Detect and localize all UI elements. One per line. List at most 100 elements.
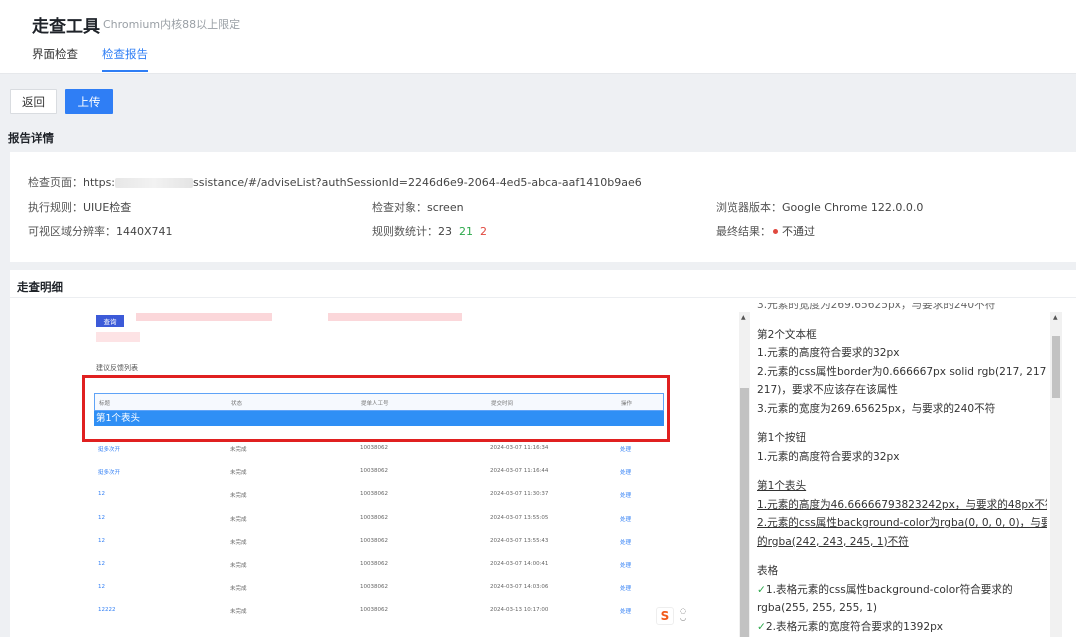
preview-cell: 未完成	[230, 539, 247, 546]
preview-cell: 2024-03-07 11:16:34	[490, 445, 549, 451]
preview-scrollbar[interactable]: ▲	[739, 312, 750, 637]
detail-divider	[10, 297, 1076, 298]
preview-cell: 未完成	[230, 493, 247, 500]
preview-table-row: 12 未完成 10038062 2024-03-07 13:55:05 处理	[94, 508, 664, 530]
check-page-label: 检查页面：	[28, 176, 83, 189]
preview-cell: 10038062	[360, 491, 388, 498]
preview-cell: 10038062	[360, 584, 388, 591]
preview-scrollbar-thumb[interactable]	[740, 388, 749, 637]
detail-section-title: 走查明细	[17, 280, 63, 294]
tab-interface-check[interactable]: 界面检查	[32, 46, 78, 72]
rules-fail-count: 2	[480, 225, 487, 238]
result-line: 2.表格元素的宽度符合要求的1392px	[765, 620, 944, 633]
preview-table-row: 12 未完成 10038062 2024-03-07 13:55:43 处理	[94, 531, 664, 553]
result-line: 2.元素的css属性border为0.666667px solid rgb(21…	[757, 365, 1047, 378]
check-page-url-suffix: ssistance/#/adviseList?authSessionId=224…	[193, 176, 642, 189]
result-line: 3.元素的宽度为269.65625px，与要求的240不符	[757, 402, 996, 415]
result-group-title-active[interactable]: 第1个表头	[757, 477, 1047, 496]
preview-action-link: 处理	[620, 609, 632, 616]
final-result-info: 最终结果： 不通过	[716, 223, 815, 239]
viewport-value: 1440X741	[116, 225, 173, 238]
rules-pass-count: 21	[459, 225, 473, 238]
check-icon: ✓	[757, 620, 766, 633]
browser-label: 浏览器版本：	[716, 201, 782, 214]
preview-cell: 10038062	[360, 561, 388, 567]
preview-table-row: 12 未完成 10038062 2024-03-07 14:00:41 处理	[94, 554, 664, 576]
preview-table-row: 挺多次开 未完成 10038062 2024-03-07 11:16:34 处理	[94, 438, 664, 460]
app-header: 走查工具 Chromium内核88以上限定 界面检查 检查报告	[0, 0, 1076, 74]
final-result-value: 不通过	[782, 225, 815, 238]
preview-action-link: 处理	[620, 516, 632, 523]
rule-info: 执行规则：UIUE检查	[28, 199, 131, 215]
preview-cell: 未完成	[230, 586, 247, 593]
preview-action-link: 处理	[620, 563, 632, 569]
result-group-title: 表格	[757, 565, 779, 577]
target-label: 检查对象：	[372, 201, 427, 214]
preview-action-link: 处理	[620, 539, 632, 546]
preview-action-link: 处理	[620, 447, 632, 453]
result-line: 217)，要求不应该存在该属性	[757, 384, 898, 396]
check-icon: ✓	[757, 583, 766, 596]
preview-cell: 未完成	[230, 609, 247, 616]
sogou-ime-icon[interactable]: S	[656, 607, 674, 625]
rules-stats-info: 规则数统计：23 21 2	[372, 223, 487, 239]
final-result-label: 最终结果：	[716, 225, 771, 238]
preview-cell: 10038062	[360, 537, 388, 544]
viewport-label: 可视区域分辨率：	[28, 225, 116, 238]
preview-cell: 2024-03-07 13:55:05	[490, 514, 549, 521]
upload-button[interactable]: 上传	[65, 89, 113, 114]
result-line: 1.元素的高度符合要求的32px	[757, 347, 900, 359]
check-results-panel: 3.元素的宽度为269.65625px，与要求的240不符 第2个文本框 1.元…	[757, 303, 1047, 637]
preview-query-button: 查询	[96, 315, 124, 327]
browser-value: Google Chrome 122.0.0.0	[782, 201, 924, 214]
preview-list-title: 建议反馈列表	[96, 364, 138, 372]
preview-table-row: 12 未完成 10038062 2024-03-07 11:30:37 处理	[94, 484, 664, 506]
check-page-info: 检查页面：https: ssistance/#/adviseList?authSe…	[28, 174, 642, 190]
tab-check-report[interactable]: 检查报告	[102, 46, 148, 72]
preview-cell: 12	[98, 537, 105, 544]
rule-value: UIUE检查	[83, 201, 132, 214]
result-line: 1.表格元素的css属性background-color符合要求的	[765, 583, 1013, 596]
app-subtitle: Chromium内核88以上限定	[103, 18, 241, 31]
results-scrollbar-thumb[interactable]	[1052, 336, 1060, 398]
back-button[interactable]: 返回	[10, 89, 57, 114]
target-value: screen	[427, 201, 464, 214]
preview-cell: 12	[98, 584, 105, 591]
preview-cell: 挺多次开	[98, 470, 121, 477]
preview-cell: 未完成	[230, 470, 247, 477]
preview-cell: 12222	[98, 607, 116, 614]
results-scrollbar[interactable]: ▲	[1050, 312, 1062, 637]
preview-table-row: 挺多次开 未完成 10038062 2024-03-07 11:16:44 处理	[94, 461, 664, 483]
preview-cell: 10038062	[360, 514, 388, 521]
preview-cell: 挺多次开	[98, 447, 121, 453]
scroll-up-icon[interactable]: ▲	[741, 314, 746, 321]
tab-bar: 界面检查 检查报告	[32, 46, 172, 72]
rule-label: 执行规则：	[28, 201, 83, 214]
preview-highlight-block	[96, 332, 140, 342]
fail-dot-icon	[773, 229, 778, 234]
scroll-up-icon[interactable]: ▲	[1053, 314, 1058, 321]
preview-cell: 10038062	[360, 607, 388, 614]
result-line: 3.元素的宽度为269.65625px，与要求的240不符	[757, 303, 996, 311]
preview-action-link: 处理	[620, 586, 632, 593]
result-line: 1.元素的高度符合要求的32px	[757, 450, 900, 463]
preview-cell: 2024-03-07 14:00:41	[490, 561, 549, 567]
rules-stats-label: 规则数统计：	[372, 225, 438, 238]
preview-action-link: 处理	[620, 493, 632, 500]
preview-cell: 12	[98, 561, 105, 567]
result-line: 2.元素的css属性background-color为rgba(0, 0, 0,…	[757, 517, 1047, 529]
preview-cell: 2024-03-07 11:16:44	[490, 468, 549, 475]
check-page-url-prefix: https:	[83, 176, 116, 189]
page-preview[interactable]: 查询 建议反馈列表 标题 状态 提单人工号 提交时间 操作 第1个表头 挺多次开…	[80, 305, 735, 637]
result-line: 1.元素的高度为46.66666793823242px，与要求的48px不符	[757, 498, 1047, 511]
ime-toggle-icon[interactable]: ◌ ◡	[680, 608, 686, 622]
result-line: 的rgba(242, 243, 245, 1)不符	[757, 535, 909, 548]
preview-cell: 未完成	[230, 516, 247, 523]
preview-cell: 未完成	[230, 447, 247, 453]
preview-cell: 2024-03-07 13:55:43	[490, 537, 549, 544]
redacted-url-segment	[115, 178, 194, 188]
preview-action-link: 处理	[620, 470, 632, 477]
preview-cell: 2024-03-07 11:30:37	[490, 491, 549, 498]
preview-cell: 2024-03-07 14:03:06	[490, 584, 549, 591]
result-group-title: 第2个文本框	[757, 328, 817, 341]
